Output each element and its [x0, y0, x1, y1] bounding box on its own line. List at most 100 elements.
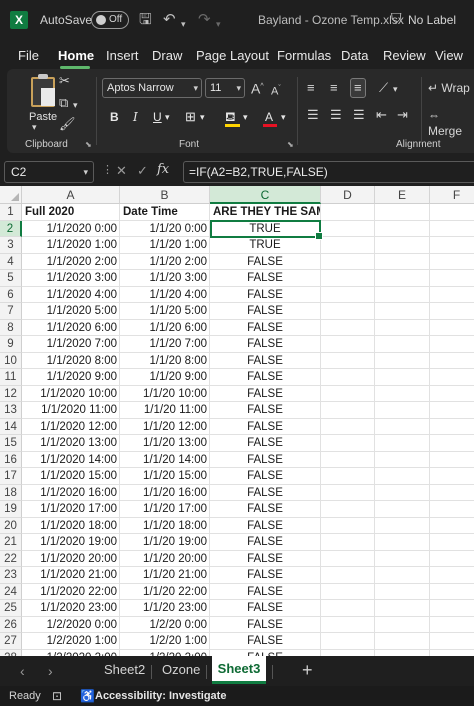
cell-d[interactable]	[321, 517, 375, 534]
row-header[interactable]: 1	[0, 204, 22, 221]
cell-a[interactable]: 1/1/2020 23:00	[22, 600, 120, 617]
row-header[interactable]: 20	[0, 517, 22, 534]
cell-f[interactable]	[430, 237, 474, 254]
fill-bucket-icon[interactable]: ⛾	[225, 109, 236, 125]
borders-icon[interactable]: ⊞	[185, 109, 196, 125]
cell-e[interactable]	[375, 237, 430, 254]
cell-c[interactable]: FALSE	[210, 336, 321, 353]
row-header[interactable]: 8	[0, 319, 22, 336]
cell-b[interactable]: 1/1/20 8:00	[120, 352, 210, 369]
cell-f[interactable]	[430, 353, 474, 369]
cell-d[interactable]	[321, 633, 375, 650]
row-header[interactable]: 19	[0, 501, 22, 518]
align-left-icon[interactable]: ☰	[307, 107, 319, 123]
cell-f[interactable]	[430, 452, 474, 468]
row-header[interactable]: 21	[0, 534, 22, 551]
align-center-icon[interactable]: ☰	[330, 107, 342, 123]
tab-page-layout[interactable]: Page Layout	[196, 48, 269, 63]
underline-button[interactable]: U	[153, 109, 162, 125]
cell-d[interactable]	[321, 616, 375, 633]
row-header[interactable]: 14	[0, 418, 22, 435]
cell-e[interactable]	[375, 435, 430, 452]
cell-c[interactable]: TRUE	[210, 220, 321, 237]
cell-d[interactable]	[321, 451, 375, 468]
cell-c[interactable]: FALSE	[210, 484, 321, 501]
cell-d[interactable]	[321, 270, 375, 287]
sheet-tab-sheet2[interactable]: Sheet2	[104, 662, 145, 677]
cell-c[interactable]: FALSE	[210, 616, 321, 633]
cell-a[interactable]: 1/1/2020 17:00	[22, 501, 120, 518]
cell-c[interactable]: FALSE	[210, 418, 321, 435]
autosave-toggle[interactable]: Off	[91, 11, 129, 29]
cell-b[interactable]: 1/1/20 13:00	[120, 435, 210, 452]
cell-e[interactable]	[375, 319, 430, 336]
select-all-button[interactable]	[0, 186, 22, 204]
font-size-dropdown[interactable]: 11 ▾	[205, 78, 245, 98]
font-color-dropdown-icon[interactable]: ▾	[281, 109, 286, 125]
cell-b[interactable]: 1/1/20 19:00	[120, 534, 210, 551]
cell-a[interactable]: 1/1/2020 2:00	[22, 253, 120, 270]
cell-b[interactable]: 1/1/20 5:00	[120, 303, 210, 320]
cell-e[interactable]	[375, 451, 430, 468]
align-middle-icon[interactable]: ≡	[330, 80, 338, 96]
cell-c[interactable]: FALSE	[210, 517, 321, 534]
copy-dropdown-icon[interactable]: ▾	[73, 97, 78, 113]
row-header[interactable]: 17	[0, 468, 22, 485]
cell-d[interactable]	[321, 204, 375, 221]
cell-f[interactable]	[430, 320, 474, 336]
font-name-dropdown[interactable]: Aptos Narrow ▾	[102, 78, 202, 98]
row-header[interactable]: 13	[0, 402, 22, 419]
cell-c[interactable]: FALSE	[210, 600, 321, 617]
cell-c[interactable]: FALSE	[210, 253, 321, 270]
add-sheet-button[interactable]: +	[302, 660, 313, 681]
cell-f[interactable]	[430, 402, 474, 419]
cell-d[interactable]	[321, 435, 375, 452]
cell-c[interactable]: FALSE	[210, 468, 321, 485]
cell-f[interactable]	[430, 419, 474, 435]
cell-e[interactable]	[375, 204, 430, 221]
cell-b[interactable]: 1/1/20 11:00	[120, 402, 210, 419]
cell-a[interactable]: 1/1/2020 12:00	[22, 418, 120, 435]
cell-e[interactable]	[375, 220, 430, 237]
cell-a[interactable]: 1/2/2020 0:00	[22, 616, 120, 633]
shield-icon[interactable]: ⛉	[391, 10, 402, 27]
cell-c[interactable]: FALSE	[210, 385, 321, 402]
format-painter-icon[interactable]: 🖌	[59, 116, 76, 132]
row-header[interactable]: 4	[0, 253, 22, 270]
cell-f[interactable]	[430, 468, 474, 485]
cell-c[interactable]: FALSE	[210, 402, 321, 419]
cell-e[interactable]	[375, 336, 430, 353]
accessibility-icon[interactable]: ♿	[80, 689, 95, 703]
cell-c[interactable]: FALSE	[210, 534, 321, 551]
cell-e[interactable]	[375, 567, 430, 584]
redo-icon[interactable]: ↷	[198, 10, 211, 30]
cell-a[interactable]: 1/1/2020 21:00	[22, 567, 120, 584]
cell-e[interactable]	[375, 468, 430, 485]
cell-c[interactable]: TRUE	[210, 237, 321, 254]
cell-d[interactable]	[321, 550, 375, 567]
tab-data[interactable]: Data	[341, 48, 368, 63]
align-top-icon[interactable]: ≡	[307, 80, 315, 96]
paste-button[interactable]: Paste	[25, 73, 61, 133]
cell-d[interactable]	[321, 369, 375, 386]
cell-e[interactable]	[375, 385, 430, 402]
orientation-dropdown-icon[interactable]: ▾	[393, 81, 398, 97]
name-box[interactable]: C2 ▾	[4, 161, 94, 183]
cell-c[interactable]: FALSE	[210, 303, 321, 320]
cell-f[interactable]	[430, 518, 474, 534]
cell-f[interactable]	[430, 584, 474, 600]
cell-d[interactable]	[321, 484, 375, 501]
cell-d[interactable]	[321, 402, 375, 419]
cell-a[interactable]: 1/1/2020 6:00	[22, 319, 120, 336]
tab-insert[interactable]: Insert	[106, 48, 139, 63]
cell-c[interactable]: FALSE	[210, 567, 321, 584]
cell-b[interactable]: 1/1/20 7:00	[120, 336, 210, 353]
cell-a[interactable]: 1/1/2020 16:00	[22, 484, 120, 501]
row-header[interactable]: 2	[0, 220, 22, 237]
cell-c[interactable]: FALSE	[210, 369, 321, 386]
row-header[interactable]: 5	[0, 270, 22, 287]
cell-f[interactable]	[430, 435, 474, 452]
tab-view[interactable]: View	[435, 48, 463, 63]
cell-f[interactable]	[430, 254, 474, 270]
cell-b[interactable]: 1/1/20 23:00	[120, 600, 210, 617]
